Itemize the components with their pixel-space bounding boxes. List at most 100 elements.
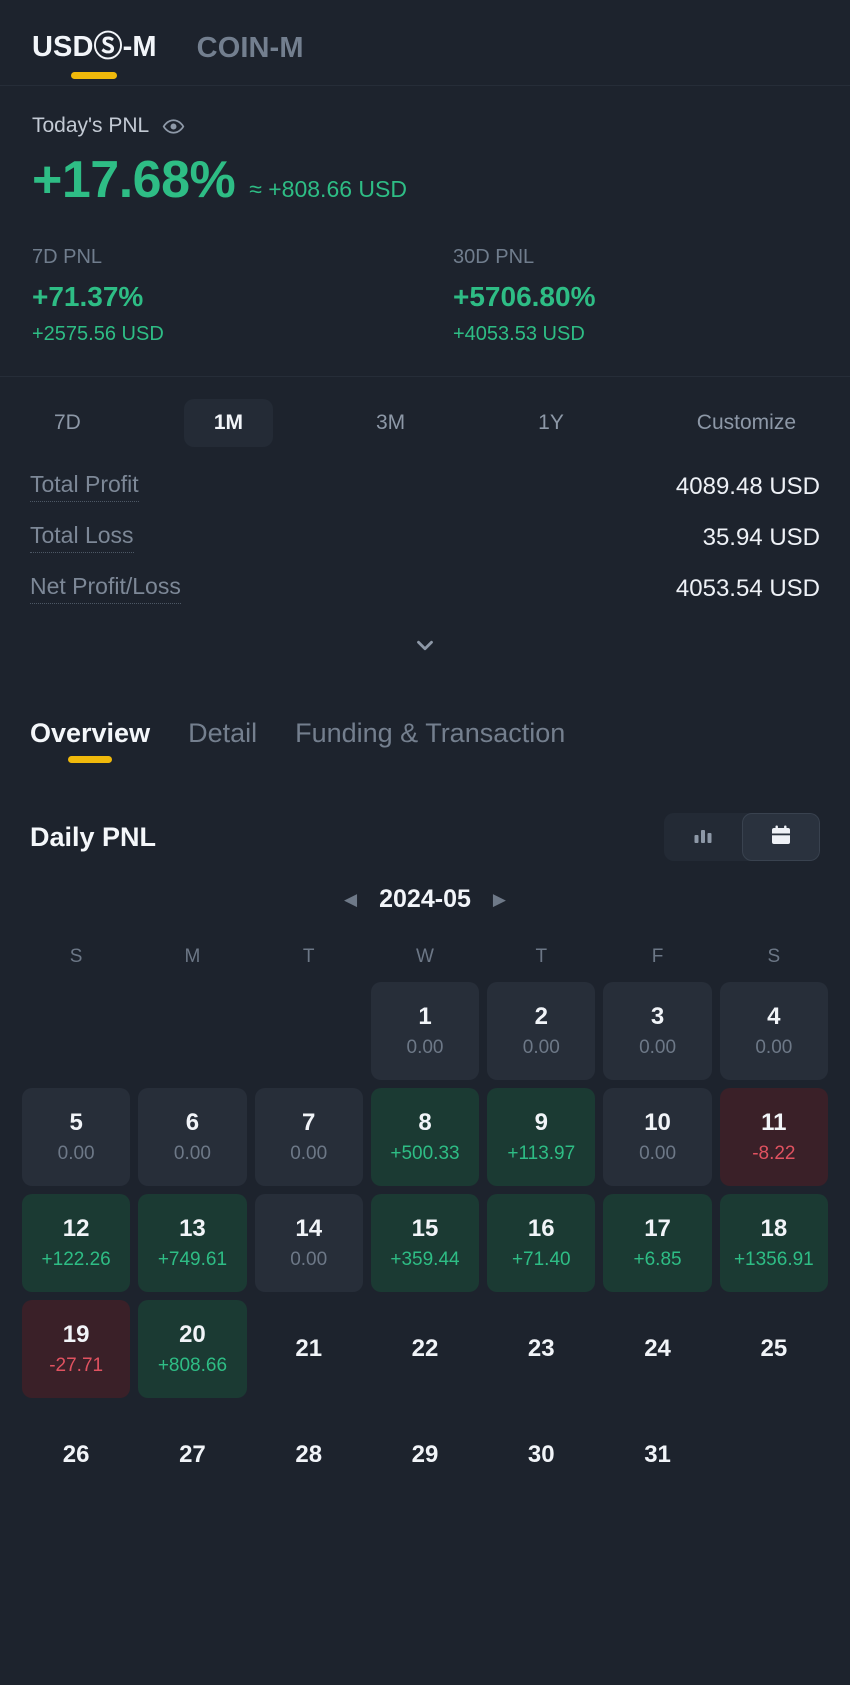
month-label: 2024-05 — [379, 885, 471, 913]
calendar-day-cell[interactable]: 1 0.00 — [370, 982, 480, 1080]
calendar-day-cell[interactable]: 8 +500.33 — [370, 1088, 480, 1186]
weekday-label: S — [767, 946, 781, 967]
calendar-day-cell[interactable]: 22 — [371, 1300, 479, 1398]
caret-left-icon[interactable]: ◀ — [344, 891, 357, 908]
caret-right-icon[interactable]: ▶ — [493, 891, 506, 908]
total-row-net: Net Profit/Loss 4053.54 USD — [30, 563, 820, 614]
range-option-1y[interactable]: 1Y — [508, 399, 594, 447]
calendar-day-value: 0.00 — [639, 1143, 677, 1164]
tab-overview[interactable]: Overview — [30, 718, 150, 771]
calendar-day-cell[interactable]: 29 — [371, 1406, 479, 1504]
calendar-day-cell[interactable]: 25 — [720, 1300, 828, 1398]
calendar-day-number: 2 — [534, 1003, 548, 1030]
range-option-3m[interactable]: 3M — [346, 399, 435, 447]
calendar-day-cell[interactable]: 7 0.00 — [254, 1088, 363, 1186]
range-option-1m[interactable]: 1M — [183, 399, 274, 447]
pnl-card-usd: +4053.53 USD — [453, 323, 585, 345]
calendar-day-value: 0.00 — [755, 1037, 793, 1058]
calendar-day-value: 0.00 — [290, 1143, 328, 1164]
view-toggle-chart[interactable] — [664, 813, 742, 861]
calendar-day-number: 28 — [295, 1441, 323, 1468]
pnl-card-7d: 7D PNL +71.37% +2575.56 USD — [32, 246, 425, 346]
tab-detail[interactable]: Detail — [188, 718, 257, 771]
eye-icon[interactable] — [162, 115, 185, 138]
calendar-day-cell[interactable]: 26 — [22, 1406, 130, 1504]
tab-funding-transaction[interactable]: Funding & Transaction — [295, 718, 565, 771]
daily-pnl-title: Daily PNL — [30, 821, 157, 852]
range-selector: 7D 1M 3M 1Y Customize — [0, 377, 850, 447]
pnl-card-title: 7D PNL — [32, 246, 103, 268]
weekday-label: F — [651, 946, 664, 967]
weekday-label: S — [69, 946, 83, 967]
daily-pnl-header: Daily PNL — [0, 771, 850, 861]
calendar-day-cell[interactable]: 27 — [138, 1406, 246, 1504]
calendar-day-cell[interactable]: 3 0.00 — [603, 982, 712, 1080]
calendar-day-cell[interactable]: 23 — [487, 1300, 595, 1398]
calendar-day-cell[interactable]: 30 — [487, 1406, 595, 1504]
calendar-day-cell[interactable]: 28 — [255, 1406, 363, 1504]
calendar-day-value: +113.97 — [507, 1143, 576, 1164]
view-toggle — [664, 813, 820, 861]
total-label: Total Loss — [30, 522, 134, 553]
section-tabs: Overview Detail Funding & Transaction — [0, 658, 850, 771]
calendar-day-cell[interactable]: 11 -8.22 — [719, 1088, 828, 1186]
calendar-day-number: 23 — [527, 1335, 555, 1362]
calendar-day-cell[interactable]: 31 — [603, 1406, 711, 1504]
calendar-week-row: 1 0.00 2 0.00 3 0.00 4 0.00 — [22, 982, 828, 1080]
calendar-day-value: 0.00 — [173, 1143, 211, 1164]
calendar-day-cell[interactable]: 6 0.00 — [138, 1088, 247, 1186]
market-tab-label: USDⓈ-M — [32, 31, 157, 63]
pnl-card-percent: +71.37% — [32, 281, 144, 312]
calendar-day-value: +122.26 — [41, 1249, 111, 1270]
calendar-day-cell[interactable]: 13 +749.61 — [138, 1194, 247, 1292]
calendar-day-number: 6 — [185, 1109, 200, 1136]
calendar-day-cell[interactable]: 18 +1356.91 — [719, 1194, 828, 1292]
calendar-day-cell[interactable]: 4 0.00 — [719, 982, 828, 1080]
calendar: S M T W T F S 1 0.00 2 0.00 3 0.00 4 0.00 5 0.00 6… — [0, 914, 850, 1504]
calendar-day-number: 25 — [760, 1335, 788, 1362]
calendar-day-number: 3 — [650, 1003, 665, 1030]
range-option-customize[interactable]: Customize — [667, 399, 826, 447]
calendar-day-number: 4 — [767, 1003, 781, 1030]
calendar-day-value: +359.44 — [390, 1249, 460, 1270]
total-label: Total Profit — [30, 471, 139, 502]
total-value: 35.94 USD — [702, 523, 820, 551]
market-tab-usd-m[interactable]: USDⓈ-M — [32, 23, 157, 85]
bar-chart-icon — [691, 823, 715, 852]
calendar-day-cell[interactable]: 10 0.00 — [603, 1088, 712, 1186]
calendar-day-cell[interactable]: 17 +6.85 — [603, 1194, 712, 1292]
calendar-day-cell[interactable]: 24 — [603, 1300, 711, 1398]
calendar-day-number: 12 — [62, 1215, 90, 1242]
calendar-body: 1 0.00 2 0.00 3 0.00 4 0.00 5 0.00 6 0.00 7 0.00 8 +500… — [22, 982, 828, 1504]
calendar-day-number: 7 — [302, 1109, 316, 1136]
todays-pnl-values: +17.68% ≈ +808.66 USD — [32, 150, 818, 210]
pnl-card-percent: +5706.80% — [453, 281, 596, 312]
todays-pnl-label: Today's PNL — [32, 114, 150, 137]
calendar-day-number: 27 — [179, 1441, 206, 1468]
calendar-day-cell[interactable]: 14 0.00 — [254, 1194, 363, 1292]
market-tab-label: COIN-M — [196, 32, 304, 64]
calendar-day-cell[interactable]: 19 -27.71 — [22, 1300, 131, 1398]
calendar-day-number: 22 — [411, 1335, 439, 1362]
range-option-7d[interactable]: 7D — [24, 399, 111, 447]
calendar-day-cell[interactable]: 15 +359.44 — [370, 1194, 480, 1292]
market-tabs: USDⓈ-M COIN-M — [0, 0, 850, 86]
pnl-cards: 7D PNL +71.37% +2575.56 USD 30D PNL +570… — [32, 246, 818, 346]
calendar-icon — [769, 823, 793, 852]
calendar-day-cell[interactable]: 16 +71.40 — [487, 1194, 596, 1292]
calendar-day-cell[interactable]: 2 0.00 — [487, 982, 596, 1080]
pnl-card-usd: +2575.56 USD — [32, 323, 164, 345]
view-toggle-calendar[interactable] — [742, 813, 820, 861]
calendar-cell-empty — [255, 982, 363, 1080]
calendar-day-cell[interactable]: 12 +122.26 — [22, 1194, 131, 1292]
calendar-day-cell[interactable]: 5 0.00 — [22, 1088, 131, 1186]
calendar-day-value: +1356.91 — [733, 1249, 814, 1270]
calendar-day-number: 17 — [644, 1215, 671, 1242]
total-value: 4089.48 USD — [675, 472, 820, 500]
calendar-day-cell[interactable]: 9 +113.97 — [487, 1088, 596, 1186]
calendar-day-value: 0.00 — [522, 1037, 560, 1058]
chevron-down-icon[interactable] — [412, 632, 438, 658]
market-tab-coin-m[interactable]: COIN-M — [197, 32, 304, 85]
calendar-day-cell[interactable]: 20 +808.66 — [138, 1300, 247, 1398]
calendar-day-cell[interactable]: 21 — [255, 1300, 363, 1398]
